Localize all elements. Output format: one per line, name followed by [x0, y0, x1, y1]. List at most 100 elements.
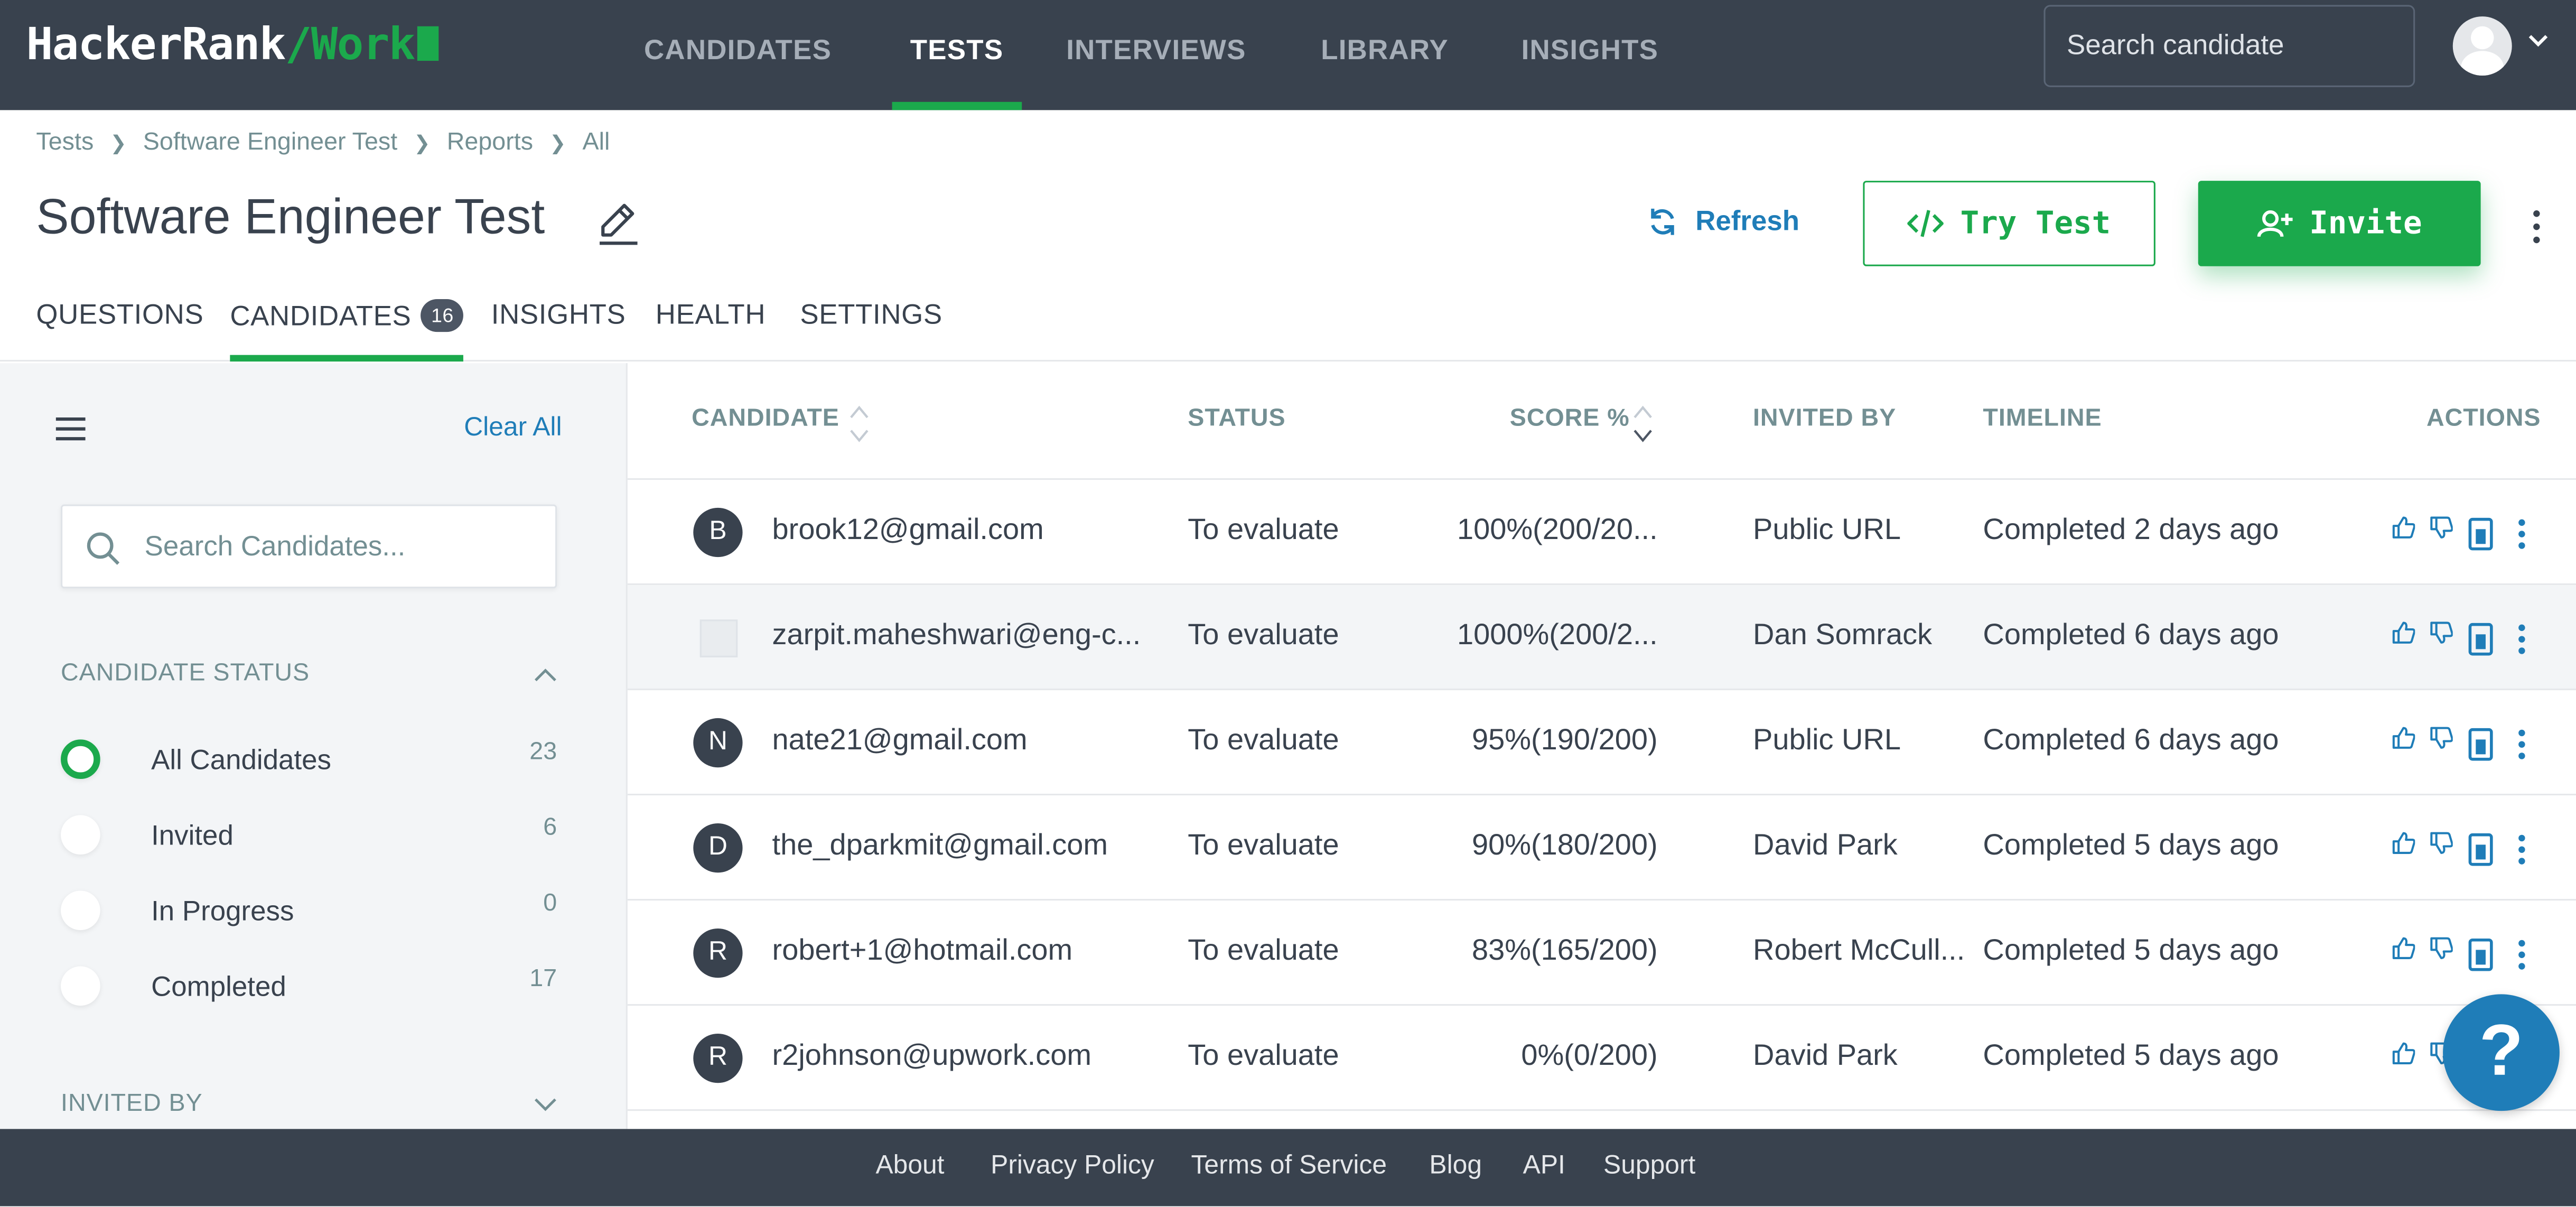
nav-library[interactable]: LIBRARY [1321, 0, 1449, 110]
chevron-down-icon[interactable] [2527, 30, 2550, 53]
nav-interviews[interactable]: INTERVIEWS [1066, 0, 1246, 110]
hackerrank-work-logo[interactable]: HackerRank/Work [26, 20, 440, 71]
add-user-icon [2256, 210, 2292, 237]
status-option-invited[interactable]: Invited 6 [61, 813, 557, 862]
candidate-initial-avatar: D [693, 823, 743, 873]
thumbs-down-icon[interactable] [2430, 726, 2453, 749]
tab-settings[interactable]: SETTINGS [800, 299, 942, 332]
nav-tests[interactable]: TESTS [892, 0, 1021, 110]
nav-candidates[interactable]: CANDIDATES [644, 0, 832, 110]
table-row[interactable]: R r2johnson@upwork.com To evaluate 0%(0/… [627, 1006, 2576, 1111]
thumbs-down-icon[interactable] [2430, 937, 2453, 960]
thumbs-down-icon[interactable] [2430, 516, 2453, 539]
thumbs-down-icon[interactable] [2430, 621, 2453, 644]
footer-link-terms[interactable]: Terms of Service [1191, 1152, 1387, 1182]
report-document-icon[interactable] [2468, 726, 2494, 762]
nav-insights[interactable]: INSIGHTS [1522, 0, 1659, 110]
status-option-completed[interactable]: Completed 17 [61, 964, 557, 1014]
radio-unselected[interactable] [61, 890, 100, 931]
footer-link-privacy[interactable]: Privacy Policy [991, 1152, 1154, 1182]
breadcrumb-test-name[interactable]: Software Engineer Test [143, 128, 397, 156]
try-test-label: Try Test [1960, 205, 2111, 242]
row-more-options-icon[interactable] [2517, 516, 2527, 552]
logo-name: HackerRank [26, 20, 286, 71]
row-more-options-icon[interactable] [2517, 832, 2527, 868]
candidate-email[interactable]: robert+1@hotmail.com [772, 933, 1160, 968]
breadcrumb-tests[interactable]: Tests [36, 128, 94, 156]
footer-link-support[interactable]: Support [1603, 1152, 1695, 1182]
candidate-timeline: Completed 6 days ago [1983, 723, 2279, 756]
candidate-status: To evaluate [1188, 618, 1339, 651]
status-option-label: In Progress [151, 895, 294, 927]
tab-label: CANDIDATES [230, 301, 412, 332]
report-document-icon[interactable] [2468, 516, 2494, 552]
invite-button[interactable]: Invite [2198, 181, 2481, 266]
thumbs-up-icon[interactable] [2392, 726, 2415, 749]
breadcrumb-reports[interactable]: Reports [447, 128, 533, 156]
report-document-icon[interactable] [2468, 937, 2494, 973]
tab-candidates[interactable]: CANDIDATES 16 [230, 299, 464, 362]
status-option-in-progress[interactable]: In Progress 0 [61, 889, 557, 938]
chevron-down-icon[interactable] [533, 1096, 559, 1112]
report-document-icon[interactable] [2468, 832, 2494, 868]
logo-product: Work [311, 20, 416, 71]
candidate-email[interactable]: r2johnson@upwork.com [772, 1038, 1160, 1073]
candidate-email[interactable]: nate21@gmail.com [772, 723, 1160, 757]
col-score[interactable]: SCORE % [1510, 404, 1630, 432]
table-row[interactable]: N nate21@gmail.com To evaluate 95%(190/2… [627, 690, 2576, 796]
footer-link-api[interactable]: API [1523, 1152, 1565, 1182]
candidate-email[interactable]: the_dparkmit@gmail.com [772, 828, 1160, 862]
thumbs-up-icon[interactable] [2392, 516, 2415, 539]
row-select-checkbox[interactable] [699, 619, 738, 657]
radio-selected[interactable] [61, 739, 100, 779]
col-candidate[interactable]: CANDIDATE [692, 404, 839, 432]
search-icon [87, 532, 120, 565]
candidate-email[interactable]: brook12@gmail.com [772, 513, 1160, 547]
row-more-options-icon[interactable] [2517, 937, 2527, 973]
status-option-all[interactable]: All Candidates 23 [61, 738, 557, 787]
more-options-icon[interactable] [2523, 207, 2550, 247]
help-button[interactable]: ? [2443, 994, 2560, 1111]
tab-label: QUESTIONS [36, 299, 204, 331]
row-more-options-icon[interactable] [2517, 726, 2527, 762]
chevron-right-icon: ❯ [414, 131, 431, 154]
table-row[interactable]: B brook12@gmail.com To evaluate 100%(200… [627, 480, 2576, 586]
row-more-options-icon[interactable] [2517, 621, 2527, 657]
footer-link-about[interactable]: About [875, 1152, 944, 1182]
tab-label: SETTINGS [800, 299, 942, 331]
candidate-email[interactable]: zarpit.maheshwari@eng-c... [772, 618, 1160, 652]
candidate-search-input[interactable] [2043, 5, 2415, 87]
thumbs-down-icon[interactable] [2430, 832, 2453, 855]
table-row[interactable]: zarpit.maheshwari@eng-c... To evaluate 1… [627, 585, 2576, 691]
chevron-up-icon[interactable] [533, 665, 559, 682]
test-tabs: QUESTIONS CANDIDATES 16 INSIGHTS HEALTH S… [0, 280, 2576, 362]
tab-questions[interactable]: QUESTIONS [36, 299, 203, 332]
sort-icon[interactable] [848, 403, 871, 445]
candidate-invited-by: Public URL [1753, 723, 1901, 756]
table-row[interactable]: R robert+1@hotmail.com To evaluate 83%(1… [627, 900, 2576, 1006]
candidate-initial-avatar: B [693, 507, 743, 558]
report-document-icon[interactable] [2468, 621, 2494, 657]
sidebar-search [61, 504, 557, 589]
row-actions [2392, 726, 2540, 762]
candidate-status: To evaluate [1188, 513, 1339, 546]
invited-by-heading: INVITED BY [61, 1089, 203, 1118]
sort-icon[interactable] [1631, 403, 1655, 445]
table-row[interactable]: D the_dparkmit@gmail.com To evaluate 90%… [627, 795, 2576, 901]
clear-all-link[interactable]: Clear All [464, 414, 562, 444]
thumbs-up-icon[interactable] [2392, 832, 2415, 855]
radio-unselected[interactable] [61, 966, 100, 1006]
tab-insights[interactable]: INSIGHTS [491, 299, 626, 332]
tab-health[interactable]: HEALTH [656, 299, 766, 332]
thumbs-up-icon[interactable] [2392, 621, 2415, 644]
search-candidates-input[interactable] [144, 506, 539, 587]
thumbs-up-icon[interactable] [2392, 1042, 2415, 1065]
refresh-button[interactable]: Refresh [1646, 206, 1799, 238]
footer-link-blog[interactable]: Blog [1429, 1152, 1482, 1182]
pencil-edit-icon[interactable] [595, 199, 641, 248]
radio-unselected[interactable] [61, 815, 100, 855]
hamburger-menu-icon[interactable] [55, 417, 86, 441]
thumbs-up-icon[interactable] [2392, 937, 2415, 960]
try-test-button[interactable]: Try Test [1863, 181, 2155, 266]
user-avatar-icon[interactable] [2452, 16, 2512, 76]
